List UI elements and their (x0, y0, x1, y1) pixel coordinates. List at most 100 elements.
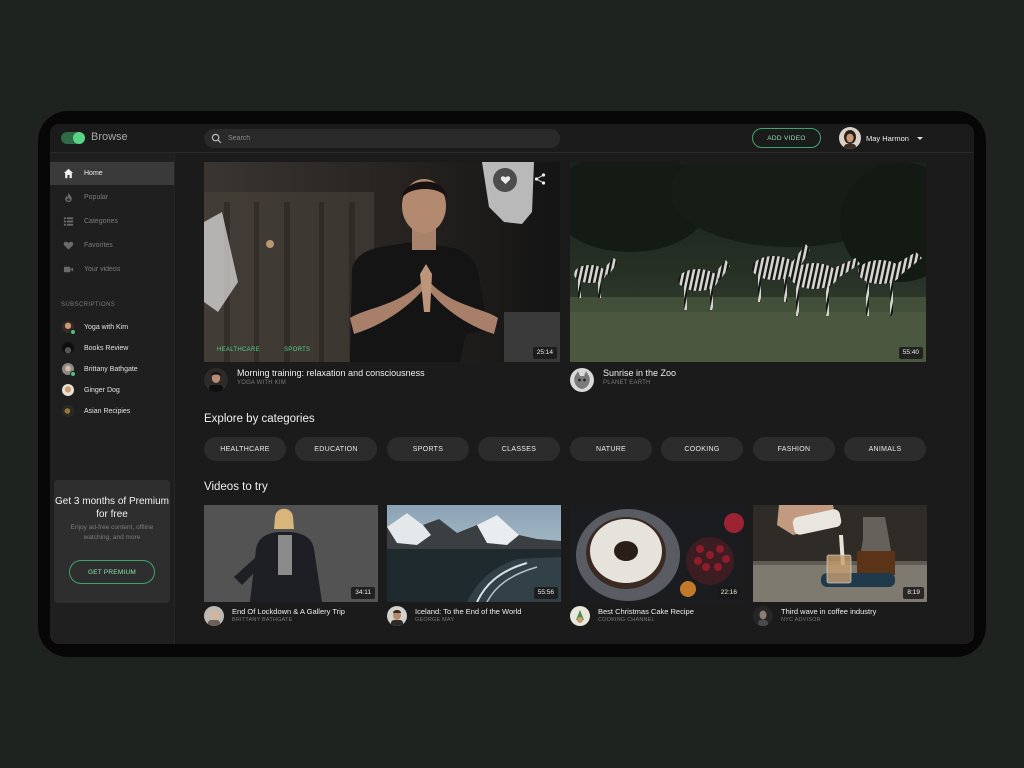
category-chip-healthcare[interactable]: HEALTHCARE (204, 437, 286, 461)
user-name: May Harmon (866, 133, 909, 143)
category-chip-nature[interactable]: NATURE (570, 437, 652, 461)
avatar (62, 405, 74, 417)
video-thumbnail[interactable]: 55:56 (387, 505, 561, 602)
sidebar: Home Popular Categories Favorites Your v… (50, 153, 175, 644)
sidebar-item-your-videos[interactable]: Your videos (50, 258, 174, 281)
video-title[interactable]: End Of Lockdown & A Gallery Trip (232, 607, 345, 616)
avatar (204, 606, 224, 626)
category-chip-classes[interactable]: CLASSES (478, 437, 560, 461)
avatar (62, 363, 76, 377)
avatar (62, 321, 76, 335)
subscription-item[interactable]: Brittany Bathgate (62, 362, 138, 377)
online-status-dot (70, 329, 76, 335)
yoga-video-image (204, 162, 560, 362)
category-chip-cooking[interactable]: COOKING (661, 437, 743, 461)
subscription-label: Asian Recipies (84, 407, 131, 415)
video-meta: Third wave in coffee industry NYC ADVISO… (753, 606, 876, 626)
home-icon (62, 168, 74, 180)
logo-toggle-icon (61, 132, 85, 144)
video-thumbnail[interactable]: 22:16 (570, 505, 744, 602)
subscription-label: Brittany Bathgate (84, 365, 138, 373)
avatar (387, 606, 407, 626)
video-duration: 8:19 (903, 587, 924, 599)
promo-text: Enjoy ad-free content, offline watching,… (70, 524, 154, 541)
list-icon (62, 216, 74, 228)
video-duration: 55:56 (533, 587, 558, 599)
tag-sports[interactable]: SPORTS (284, 347, 310, 353)
app-screen: Browse ADD VIDEO May Harmon (50, 124, 974, 644)
subscriptions-heading: SUBSCRIPTIONS (61, 302, 116, 308)
channel-name[interactable]: COOKING CHANNEL (598, 617, 694, 623)
video-title[interactable]: Sunrise in the Zoo (603, 368, 676, 379)
avatar (839, 127, 861, 149)
category-chip-fashion[interactable]: FASHION (753, 437, 835, 461)
featured-video-meta: Morning training: relaxation and conscio… (204, 368, 425, 392)
avatar (570, 606, 590, 626)
video-title[interactable]: Third wave in coffee industry (781, 607, 876, 616)
heart-icon (62, 240, 74, 252)
brand-name: Browse (91, 131, 128, 143)
sidebar-item-label: Popular (84, 194, 109, 201)
sidebar-item-label: Your videos (84, 266, 121, 273)
video-meta: Iceland: To the End of the World GEORGE … (387, 606, 521, 626)
video-duration: 22:16 (716, 587, 741, 599)
flame-icon (62, 192, 74, 204)
add-video-button[interactable]: ADD VIDEO (752, 128, 821, 148)
category-chip-sports[interactable]: SPORTS (387, 437, 469, 461)
zebras-video-image (570, 162, 926, 362)
video-thumbnail[interactable]: 34:11 (204, 505, 378, 602)
get-premium-button[interactable]: GET PREMIUM (69, 560, 155, 584)
channel-name[interactable]: GEORGE MAY (415, 617, 521, 623)
video-camera-icon (62, 264, 74, 276)
online-status-dot (70, 371, 76, 377)
category-chip-animals[interactable]: ANIMALS (844, 437, 926, 461)
featured-video-thumbnail[interactable]: HEALTHCARE SPORTS 25:14 (204, 162, 560, 362)
subscription-label: Ginger Dog (84, 386, 120, 394)
video-title[interactable]: Morning training: relaxation and conscio… (237, 368, 425, 379)
category-chip-education[interactable]: EDUCATION (295, 437, 377, 461)
promo-title: Get 3 months of Premium for free (55, 496, 169, 520)
sidebar-item-categories[interactable]: Categories (50, 210, 174, 233)
sidebar-item-favorites[interactable]: Favorites (50, 234, 174, 257)
sidebar-item-label: Home (84, 170, 103, 177)
subscription-item[interactable]: Ginger Dog (62, 383, 120, 397)
video-title[interactable]: Best Christmas Cake Recipe (598, 607, 694, 616)
channel-name[interactable]: NYC ADVISOR (781, 617, 876, 623)
featured-video-thumbnail[interactable]: 55:40 (570, 162, 926, 362)
sidebar-item-label: Categories (84, 218, 118, 225)
video-duration: 55:40 (898, 347, 923, 359)
channel-name[interactable]: PLANET EARTH (603, 380, 676, 386)
video-duration: 34:11 (351, 587, 375, 599)
heart-icon (500, 176, 510, 185)
search-bar[interactable] (204, 129, 560, 148)
video-meta: Best Christmas Cake Recipe COOKING CHANN… (570, 606, 694, 626)
video-duration: 25:14 (532, 347, 557, 359)
user-menu[interactable]: May Harmon (839, 127, 929, 149)
avatar (570, 368, 594, 392)
search-input[interactable] (228, 131, 548, 146)
subscription-item[interactable]: Books Review (62, 341, 128, 355)
video-meta: End Of Lockdown & A Gallery Trip BRITTAN… (204, 606, 345, 626)
channel-name[interactable]: BRITTANY BATHGATE (232, 617, 345, 623)
featured-video-meta: Sunrise in the Zoo PLANET EARTH (570, 368, 676, 392)
favorite-button[interactable] (493, 168, 517, 192)
channel-name[interactable]: YOGA WITH KIM (237, 380, 425, 386)
sidebar-item-popular[interactable]: Popular (50, 186, 174, 209)
search-icon (211, 133, 222, 144)
avatar (753, 606, 773, 626)
sidebar-item-home[interactable]: Home (50, 162, 174, 185)
subscription-item[interactable]: Asian Recipies (62, 404, 130, 418)
tag-healthcare[interactable]: HEALTHCARE (217, 347, 260, 353)
categories-heading: Explore by categories (204, 413, 315, 425)
top-bar: Browse ADD VIDEO May Harmon (50, 124, 974, 153)
share-icon[interactable] (533, 172, 547, 186)
sidebar-item-label: Favorites (84, 242, 113, 249)
subscription-label: Books Review (84, 344, 129, 352)
video-thumbnail[interactable]: 8:19 (753, 505, 927, 602)
subscription-item[interactable]: Yoga with Kim (62, 320, 129, 335)
chevron-down-icon[interactable] (916, 136, 923, 140)
avatar (62, 342, 74, 354)
subscription-label: Yoga with Kim (84, 323, 129, 331)
video-title[interactable]: Iceland: To the End of the World (415, 607, 521, 616)
avatar (62, 384, 74, 396)
